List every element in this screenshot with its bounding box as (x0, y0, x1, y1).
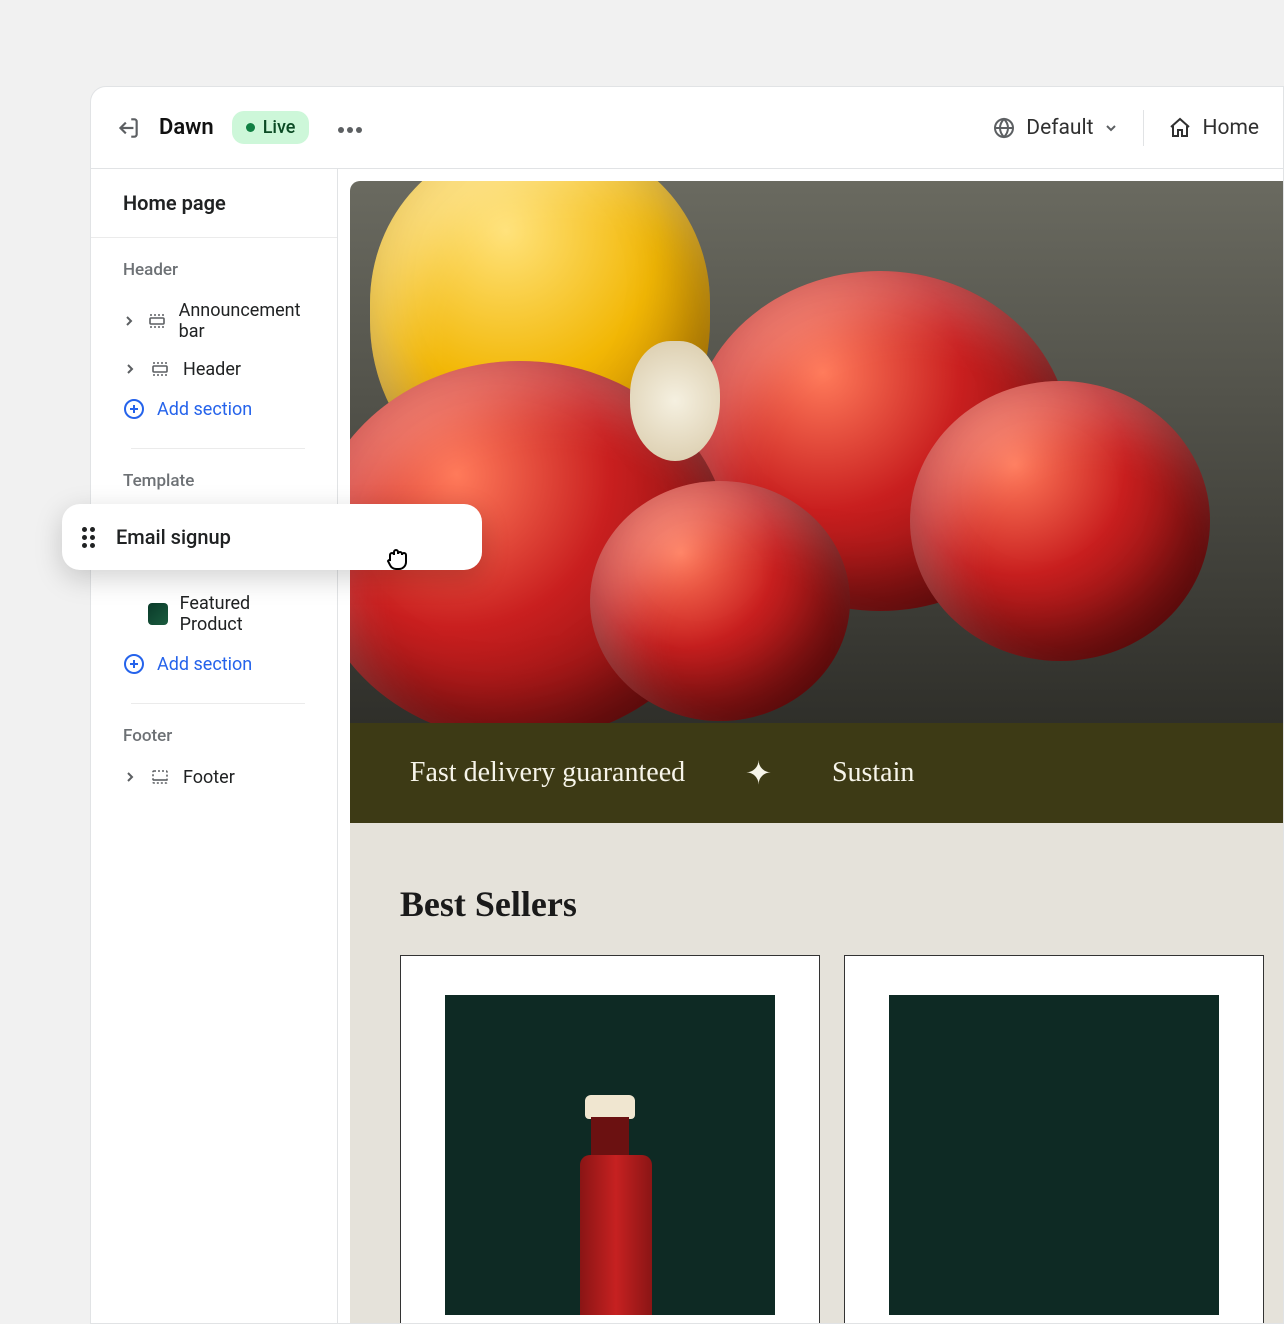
app-window: Dawn Live Default (90, 86, 1284, 1324)
exit-button[interactable] (115, 115, 141, 141)
sidebar-group-footer: Footer Footer (91, 704, 337, 804)
best-sellers-section: Best Sellers (350, 823, 1284, 1323)
product-image (445, 995, 775, 1315)
sidebar-item-label: Announcement bar (179, 300, 305, 342)
sidebar-title: Home page (91, 169, 337, 238)
chevron-right-icon (123, 771, 137, 783)
product-card[interactable] (844, 955, 1264, 1323)
topbar-divider (1143, 110, 1144, 146)
add-section-header[interactable]: Add section (123, 388, 305, 424)
globe-icon (992, 116, 1016, 140)
page-label: Home (1202, 116, 1259, 140)
hero-bg (350, 181, 1284, 723)
sidebar-item-label: Featured Product (180, 593, 305, 635)
sidebar-group-header: Header Announcement bar (91, 238, 337, 432)
marquee-banner: Fast delivery guaranteed ✦ Sustain (350, 723, 1284, 823)
status-badge: Live (232, 111, 310, 144)
sidebar-item-header[interactable]: Header (123, 350, 305, 388)
main: Home page Header Announcement bar (91, 169, 1283, 1323)
sparkle-icon: ✦ (745, 754, 772, 792)
sidebar-item-announcement-bar[interactable]: Announcement bar (123, 292, 305, 350)
hero-image (350, 181, 1284, 723)
topbar: Dawn Live Default (91, 87, 1283, 169)
chevron-down-icon (1103, 120, 1119, 136)
home-icon (1168, 116, 1192, 140)
banner-text: Fast delivery guaranteed (410, 757, 685, 789)
sidebar-item-footer[interactable]: Footer (123, 758, 305, 796)
sidebar-item-label: Header (183, 359, 241, 380)
add-section-template[interactable]: Add section (123, 643, 305, 679)
grab-cursor-icon (382, 542, 416, 580)
locale-label: Default (1026, 116, 1093, 140)
dragging-section-label: Email signup (116, 525, 231, 549)
chevron-right-icon (123, 363, 137, 375)
add-section-label: Add section (157, 399, 252, 420)
best-sellers-title: Best Sellers (400, 883, 1264, 925)
more-button[interactable] (327, 109, 373, 146)
sidebar: Home page Header Announcement bar (91, 169, 338, 1323)
dragging-section-card[interactable]: Email signup (62, 504, 482, 570)
status-dot-icon (246, 123, 255, 132)
locale-selector[interactable]: Default (992, 116, 1119, 140)
sidebar-group-label: Footer (123, 726, 305, 746)
product-image (889, 995, 1219, 1315)
preview-canvas: Fast delivery guaranteed ✦ Sustain Best … (350, 181, 1284, 1323)
drag-handle-icon[interactable] (82, 527, 100, 548)
section-icon (149, 766, 171, 788)
exit-icon (115, 115, 141, 141)
sidebar-item-label: Footer (183, 767, 235, 788)
banner-text: Sustain (832, 757, 914, 789)
product-card[interactable] (400, 955, 820, 1323)
product-grid (400, 955, 1264, 1323)
status-label: Live (263, 117, 296, 138)
more-icon (337, 126, 363, 134)
bottle-graphic (580, 1095, 640, 1315)
preview-pane: Fast delivery guaranteed ✦ Sustain Best … (338, 169, 1284, 1323)
section-thumbnail (148, 603, 168, 625)
topbar-left: Dawn Live (115, 109, 373, 146)
theme-name: Dawn (159, 115, 214, 140)
sidebar-item-featured-product[interactable]: Featured Product (123, 585, 305, 643)
page-selector[interactable]: Home (1168, 116, 1259, 140)
sidebar-group-label: Template (123, 471, 305, 491)
sidebar-group-label: Header (123, 260, 305, 280)
topbar-right: Default Home (992, 110, 1259, 146)
add-section-label: Add section (157, 654, 252, 675)
plus-circle-icon (123, 653, 145, 675)
section-icon (147, 310, 167, 332)
section-icon (149, 358, 171, 380)
chevron-right-icon (123, 315, 135, 327)
plus-circle-icon (123, 398, 145, 420)
